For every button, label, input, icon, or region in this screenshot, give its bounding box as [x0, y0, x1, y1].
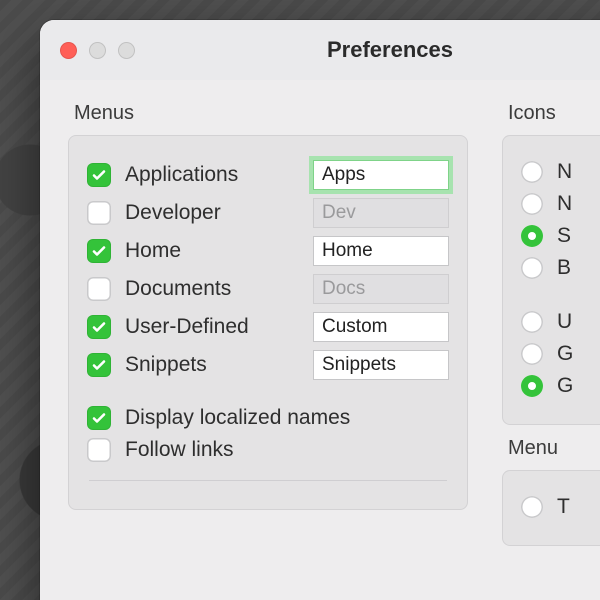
menu-row-home: Home [87, 236, 449, 266]
home-alias-input[interactable] [313, 236, 449, 266]
check-icon [91, 357, 107, 373]
icons-radio-1-1[interactable] [521, 343, 543, 365]
menu-row-documents: Documents [87, 274, 449, 304]
snippets-alias-input[interactable] [313, 350, 449, 380]
developer-alias-input[interactable] [313, 198, 449, 228]
window-controls [60, 42, 135, 59]
follow-links-label: Follow links [125, 438, 449, 462]
icons-radio-label: B [557, 256, 571, 280]
documents-checkbox[interactable] [87, 277, 111, 301]
icons-radio-1-2[interactable] [521, 375, 543, 397]
menu-row-snippets: Snippets [87, 350, 449, 380]
developer-checkbox[interactable] [87, 201, 111, 225]
documents-label: Documents [125, 277, 299, 301]
radio-row: U [521, 310, 600, 334]
zoom-button[interactable] [118, 42, 135, 59]
close-button[interactable] [60, 42, 77, 59]
icons-radio-0-0[interactable] [521, 161, 543, 183]
menu-row-applications: Applications [87, 160, 449, 190]
menus-fieldset: Applications Developer Home [68, 135, 468, 510]
menus-section-label: Menus [74, 102, 468, 125]
check-icon [91, 410, 107, 426]
titlebar: Preferences [40, 20, 600, 80]
applications-label: Applications [125, 163, 299, 187]
menu2-radio-0[interactable] [521, 496, 543, 518]
developer-label: Developer [125, 201, 299, 225]
menus-column: Menus Applications Developer [68, 90, 468, 546]
icons-radio-label: U [557, 310, 572, 334]
display-localized-label: Display localized names [125, 406, 449, 430]
radio-row: T [521, 495, 600, 519]
snippets-label: Snippets [125, 353, 299, 377]
icons-fieldset: N N S B U [502, 135, 600, 425]
separator [89, 480, 447, 481]
preferences-window: Preferences Menus Applications Developer [40, 20, 600, 600]
radio-row: S [521, 224, 600, 248]
icons-section-label: Icons [508, 102, 600, 125]
home-checkbox[interactable] [87, 239, 111, 263]
check-icon [91, 319, 107, 335]
icons-radio-label: G [557, 374, 573, 398]
option-row-follow-links: Follow links [87, 438, 449, 462]
display-localized-checkbox[interactable] [87, 406, 111, 430]
content: Menus Applications Developer [40, 80, 600, 566]
menu2-fieldset: T [502, 470, 600, 546]
minimize-button[interactable] [89, 42, 106, 59]
icons-radio-label: N [557, 160, 572, 184]
radio-row: G [521, 342, 600, 366]
icons-radio-label: N [557, 192, 572, 216]
follow-links-checkbox[interactable] [87, 438, 111, 462]
home-label: Home [125, 239, 299, 263]
user-defined-label: User-Defined [125, 315, 299, 339]
icons-radio-0-2[interactable] [521, 225, 543, 247]
icons-radio-label: S [557, 224, 571, 248]
applications-alias-input[interactable] [313, 160, 449, 190]
snippets-checkbox[interactable] [87, 353, 111, 377]
radio-row: B [521, 256, 600, 280]
icons-column: Icons N N S B [502, 90, 600, 546]
user-defined-alias-input[interactable] [313, 312, 449, 342]
option-row-localized: Display localized names [87, 406, 449, 430]
radio-row: G [521, 374, 600, 398]
applications-checkbox[interactable] [87, 163, 111, 187]
radio-row: N [521, 192, 600, 216]
icons-radio-0-1[interactable] [521, 193, 543, 215]
menu-row-user-defined: User-Defined [87, 312, 449, 342]
icons-radio-label: G [557, 342, 573, 366]
user-defined-checkbox[interactable] [87, 315, 111, 339]
documents-alias-input[interactable] [313, 274, 449, 304]
menu2-section-label: Menu [508, 437, 600, 460]
check-icon [91, 167, 107, 183]
check-icon [91, 243, 107, 259]
menu-row-developer: Developer [87, 198, 449, 228]
icons-radio-0-3[interactable] [521, 257, 543, 279]
icons-radio-1-0[interactable] [521, 311, 543, 333]
menu2-radio-label: T [557, 495, 570, 519]
radio-row: N [521, 160, 600, 184]
